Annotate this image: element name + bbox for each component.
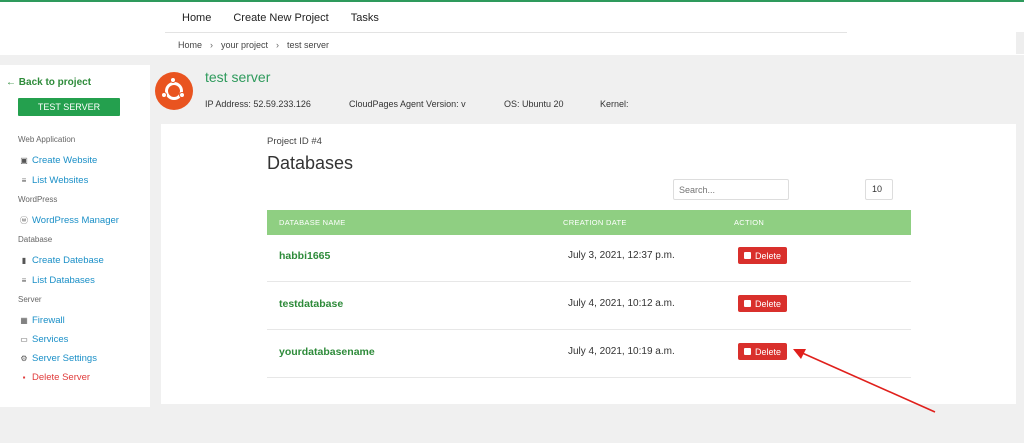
annotation-arrow-line xyxy=(799,351,936,413)
annotation-arrow xyxy=(793,349,936,413)
